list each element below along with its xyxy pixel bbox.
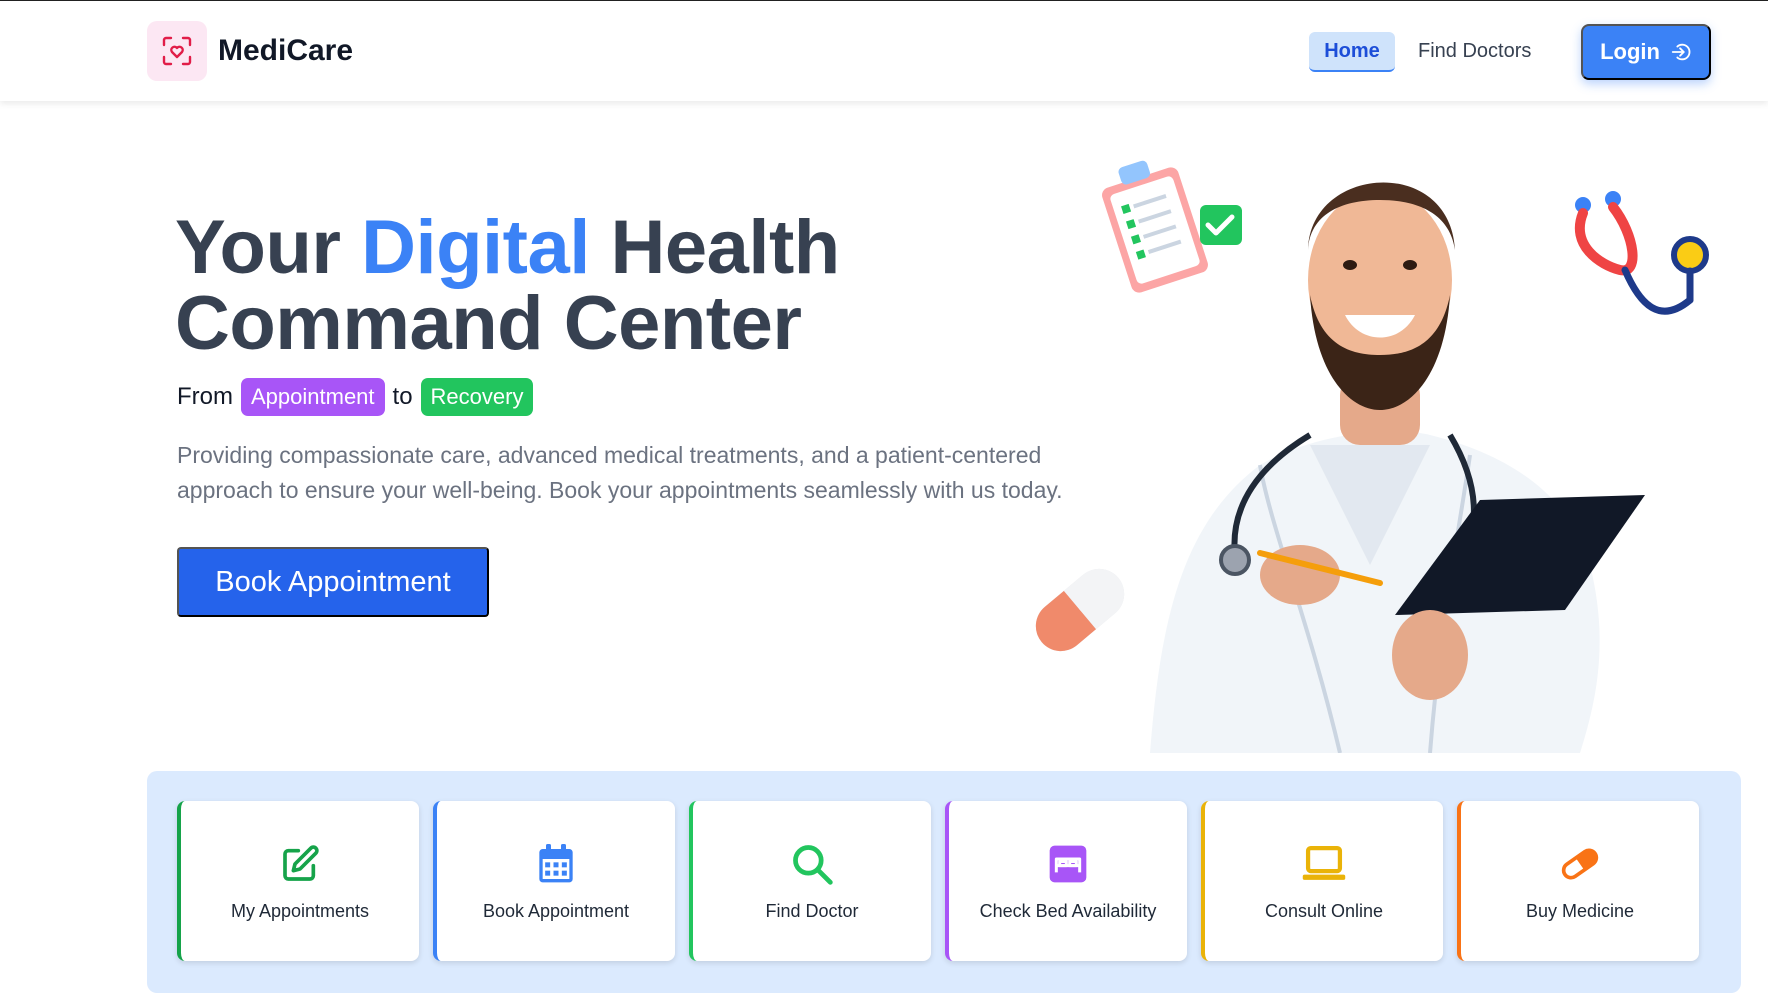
hero-title-line2: Command Center: [175, 281, 802, 366]
laptop-icon: [1301, 841, 1347, 887]
hero-title-accent: Digital: [361, 205, 590, 290]
quick-action-label: Book Appointment: [482, 900, 630, 921]
quick-action-check-bed[interactable]: Check Bed Availability: [945, 801, 1187, 961]
login-button[interactable]: Login: [1581, 24, 1711, 80]
navbar: MediCare Home Find Doctors Login: [0, 1, 1768, 101]
hero-title: Your Digital Health Command Center: [175, 210, 840, 362]
quick-action-consult-online[interactable]: Consult Online: [1201, 801, 1443, 961]
doctor-figure: [1150, 182, 1645, 753]
stethoscope-icon: [1574, 191, 1709, 315]
edit-icon: [277, 841, 323, 887]
appointment-pill: Appointment: [241, 378, 385, 416]
login-label: Login: [1600, 39, 1660, 64]
hero-description: Providing compassionate care, advanced m…: [177, 442, 1063, 503]
quick-action-buy-medicine[interactable]: Buy Medicine: [1457, 801, 1699, 961]
quick-action-find-doctor[interactable]: Find Doctor: [689, 801, 931, 961]
quick-action-my-appointments[interactable]: My Appointments: [177, 801, 419, 961]
tagline-to: to: [392, 383, 413, 410]
capsule-pill-icon: [1035, 568, 1125, 652]
calendar-icon: [533, 841, 579, 887]
bed-icon: [1045, 841, 1091, 887]
book-appointment-button[interactable]: Book Appointment: [177, 547, 489, 617]
heart-scan-icon: [162, 36, 192, 66]
logo-icon[interactable]: [147, 21, 207, 81]
brand-name[interactable]: MediCare: [218, 34, 353, 68]
hero-title-part2: Health: [589, 205, 840, 290]
quick-action-label: My Appointments: [230, 900, 370, 921]
quick-action-label: Find Doctor: [765, 900, 859, 921]
tagline-from: From: [177, 383, 233, 410]
hero-tagline: From Appointment to Recovery: [177, 378, 534, 416]
hero-title-part1: Your: [175, 205, 362, 290]
quick-actions-panel: My Appointments Book Appointment Find Do…: [147, 771, 1741, 993]
search-icon: [789, 841, 835, 887]
nav-find-doctors-link[interactable]: Find Doctors: [1418, 40, 1531, 63]
login-icon: [1671, 43, 1691, 61]
pill-icon: [1557, 841, 1603, 887]
recovery-pill: Recovery: [420, 378, 534, 416]
quick-action-label: Consult Online: [1264, 900, 1384, 921]
nav-home-link[interactable]: Home: [1309, 32, 1395, 72]
doctor-illustration: [1035, 160, 1709, 753]
clipboard-checklist-icon: [1102, 160, 1242, 293]
quick-action-label: Check Bed Availability: [979, 900, 1157, 921]
quick-action-label: Buy Medicine: [1525, 900, 1635, 921]
quick-action-book-appointment[interactable]: Book Appointment: [433, 801, 675, 961]
